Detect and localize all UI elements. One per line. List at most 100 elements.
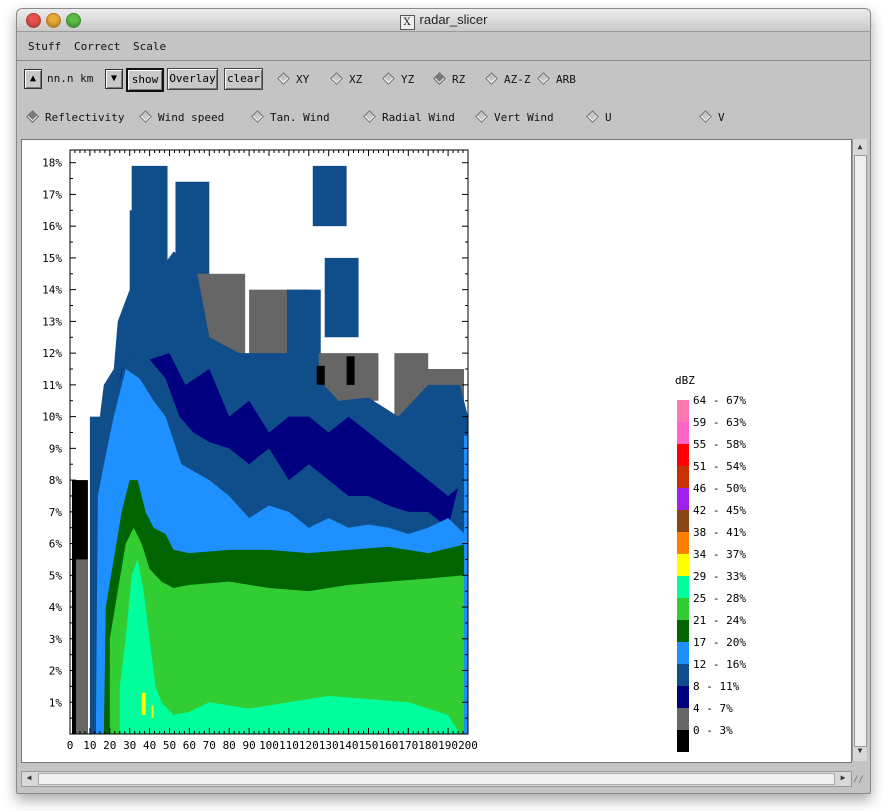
x-tick-label: 110: [279, 739, 299, 752]
field-radio-radial-wind[interactable]: Radial Wind: [363, 110, 455, 124]
radio-diamond-icon: [277, 72, 290, 85]
field-radio-reflectivity[interactable]: Reflectivity: [26, 110, 124, 124]
y-tick-label: 8%: [49, 474, 63, 487]
y-axis-labels: 1% 2% 3% 4% 5% 6% 7% 8% 9% 10% 11% 12% 13% 14% 15% 16% 1…: [42, 157, 62, 710]
legend-swatch: [677, 598, 689, 620]
legend-label: 29 - 33%: [693, 570, 746, 583]
scroll-down-icon[interactable]: ▼: [854, 745, 866, 757]
view-radio-label: AZ-Z: [504, 73, 531, 86]
x-tick-label: 180: [418, 739, 438, 752]
menu-bar: Stuff Correct Scale: [17, 32, 870, 61]
echo-cell: [316, 365, 325, 385]
view-radio-yz[interactable]: YZ: [382, 72, 414, 86]
legend-label: 17 - 20%: [693, 636, 746, 649]
echo-cell: [75, 559, 88, 734]
legend-swatch: [677, 576, 689, 598]
show-button[interactable]: show: [126, 68, 164, 92]
legend-swatch: [677, 708, 689, 730]
radio-diamond-icon: [363, 110, 376, 123]
y-tick-label: 5%: [49, 569, 63, 582]
vertical-scroll-thumb[interactable]: [854, 155, 867, 747]
x-tick-label: 10: [83, 739, 96, 752]
clear-button[interactable]: clear: [224, 68, 263, 90]
legend-label: 0 - 3%: [693, 724, 733, 737]
x-tick-label: 0: [67, 739, 74, 752]
field-radio-vert-wind[interactable]: Vert Wind: [475, 110, 554, 124]
radio-diamond-icon: [139, 110, 152, 123]
scroll-left-icon[interactable]: ◀: [23, 772, 35, 784]
y-tick-label: 12%: [42, 347, 62, 360]
legend-label: 46 - 50%: [693, 482, 746, 495]
toolbar: ▲ nn.n km ▼ show Overlay clear XY XZ YZ …: [17, 62, 870, 140]
view-radio-xy[interactable]: XY: [277, 72, 310, 86]
horizontal-scroll-thumb[interactable]: [38, 773, 835, 785]
y-tick-label: 13%: [42, 315, 62, 328]
y-tick-label: 1%: [49, 696, 63, 709]
x-tick-label: 80: [223, 739, 236, 752]
legend-title: dBZ: [675, 374, 695, 387]
legend-label: 34 - 37%: [693, 548, 746, 561]
y-tick-label: 4%: [49, 601, 63, 614]
y-tick-label: 15%: [42, 252, 62, 265]
x-tick-label: 150: [359, 739, 379, 752]
view-radio-label: ARB: [556, 73, 576, 86]
scroll-right-icon[interactable]: ▶: [837, 772, 849, 784]
radio-diamond-selected-icon: [433, 72, 446, 85]
distance-down-button[interactable]: ▼: [105, 69, 123, 89]
echo-cell: [312, 165, 347, 227]
legend-label: 12 - 16%: [693, 658, 746, 671]
distance-up-button[interactable]: ▲: [24, 69, 42, 89]
view-radio-arb[interactable]: ARB: [537, 72, 576, 86]
field-radio-u[interactable]: U: [586, 110, 612, 124]
field-radio-v[interactable]: V: [699, 110, 725, 124]
reflectivity-field: [71, 165, 468, 734]
x-tick-label: 200: [458, 739, 478, 752]
view-radio-rz[interactable]: RZ: [433, 72, 466, 86]
view-radio-label: RZ: [452, 73, 466, 86]
legend-swatch: [677, 466, 689, 488]
field-radio-label: Vert Wind: [494, 111, 554, 124]
field-radio-tan-wind[interactable]: Tan. Wind: [251, 110, 330, 124]
radio-diamond-icon: [699, 110, 712, 123]
menu-correct[interactable]: Correct: [74, 40, 120, 53]
overlay-button[interactable]: Overlay: [167, 68, 218, 90]
legend-swatch: [677, 554, 689, 576]
field-radio-label: Tan. Wind: [270, 111, 330, 124]
legend-swatch: [677, 444, 689, 466]
legend-label: 59 - 63%: [693, 416, 746, 429]
title-bar[interactable]: Xradar_slicer: [17, 9, 870, 32]
legend-swatch: [677, 532, 689, 554]
x-tick-label: 40: [143, 739, 156, 752]
view-radio-xz[interactable]: XZ: [330, 72, 362, 86]
x-tick-label: 100: [259, 739, 279, 752]
horizontal-scrollbar[interactable]: ◀ ▶: [21, 771, 852, 787]
y-tick-label: 7%: [49, 506, 63, 519]
plot-canvas[interactable]: 0 10 20 30 40 50 60 70 80 90 100 110 120 130 140 150 160…: [21, 139, 852, 763]
y-tick-label: 18%: [42, 157, 62, 170]
x-tick-label: 50: [163, 739, 176, 752]
field-radio-label: Wind speed: [158, 111, 225, 124]
field-radio-wind-speed[interactable]: Wind speed: [139, 110, 225, 124]
scroll-up-icon[interactable]: ▲: [854, 141, 866, 153]
echo-cell: [346, 356, 355, 385]
legend-label: 4 - 7%: [693, 702, 733, 715]
x-tick-label: 90: [242, 739, 255, 752]
vertical-scrollbar[interactable]: ▲ ▼: [852, 139, 867, 761]
view-radio-az-z[interactable]: AZ-Z: [485, 72, 531, 86]
x-tick-label: 120: [299, 739, 319, 752]
window-title-text: radar_slicer: [419, 12, 488, 27]
x-tick-label: 140: [339, 739, 359, 752]
field-radio-label: V: [718, 111, 725, 124]
resize-grip-icon[interactable]: ∕∕: [853, 775, 865, 787]
legend-label: 8 - 11%: [693, 680, 740, 693]
distance-readout: nn.n km: [47, 72, 94, 85]
echo-cell: [141, 692, 146, 715]
x-tick-label: 20: [103, 739, 116, 752]
radio-diamond-icon: [251, 110, 264, 123]
x-tick-label: 170: [398, 739, 418, 752]
y-tick-label: 6%: [49, 538, 63, 551]
menu-scale[interactable]: Scale: [133, 40, 166, 53]
menu-stuff[interactable]: Stuff: [28, 40, 61, 53]
legend-swatch: [677, 642, 689, 664]
view-radio-label: XY: [296, 73, 310, 86]
